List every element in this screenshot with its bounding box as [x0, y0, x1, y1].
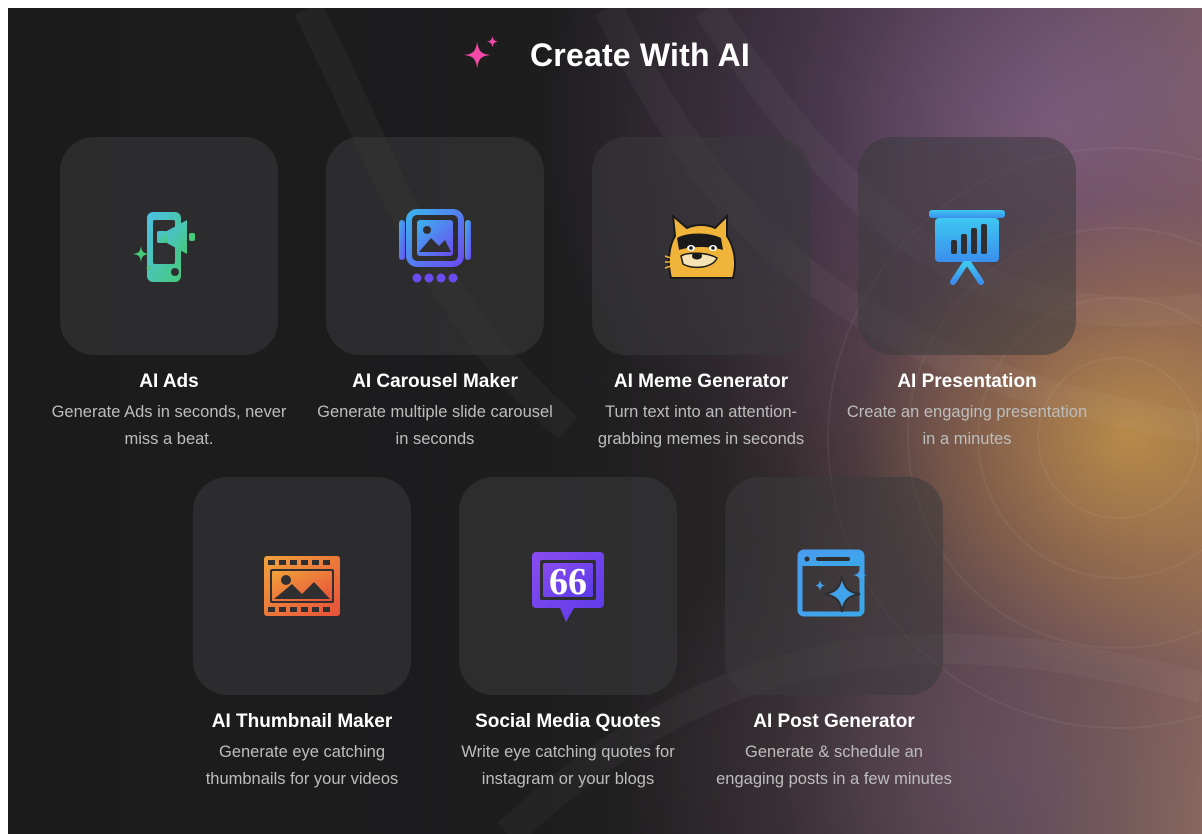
section-title: Create With AI — [529, 36, 751, 73]
post-sparkle-icon — [797, 549, 867, 617]
tool-tile[interactable]: 66 — [459, 477, 677, 695]
tool-name: AI Ads — [139, 371, 199, 392]
tool-description: Generate Ads in seconds, never miss a be… — [51, 403, 287, 448]
tool-tile[interactable] — [60, 137, 278, 355]
tool-name: AI Meme Generator — [613, 371, 789, 392]
carousel-icon — [399, 209, 471, 283]
tool-card-ai-post-generator[interactable]: AI Post Generator Generate & schedule an… — [716, 477, 952, 793]
tool-description: Write eye catching quotes for instagram … — [461, 743, 675, 788]
tool-name: AI Post Generator — [753, 711, 915, 732]
tool-name: AI Thumbnail Maker — [211, 711, 393, 732]
tool-description: Generate eye catching thumbnails for you… — [205, 743, 399, 788]
tool-tile[interactable] — [592, 137, 810, 355]
tool-tile[interactable] — [725, 477, 943, 695]
section-header: Create With AI — [8, 30, 1202, 80]
tool-description: Create an engaging presentation in a min… — [846, 403, 1088, 448]
tool-name: Social Media Quotes — [475, 711, 661, 732]
quote-bubble-icon: 66 — [532, 552, 604, 622]
tool-tile[interactable] — [193, 477, 411, 695]
tool-card-ai-thumbnail-maker[interactable]: AI Thumbnail Maker Generate eye catching… — [193, 477, 411, 793]
tool-tile[interactable] — [858, 137, 1076, 355]
ad-megaphone-icon — [133, 212, 195, 282]
tool-card-ai-meme-generator[interactable]: AI Meme Generator Turn text into an atte… — [592, 137, 810, 453]
tool-card-ai-ads[interactable]: AI Ads Generate Ads in seconds, never mi… — [52, 137, 286, 453]
thumbnail-film-icon — [264, 556, 340, 616]
sparkle-icon — [463, 35, 499, 69]
tool-card-social-media-quotes[interactable]: 66 Social Media Quotes Write eye catchin… — [459, 477, 677, 793]
tool-card-ai-carousel-maker[interactable]: AI Carousel Maker Generate multiple slid… — [317, 137, 553, 453]
tool-name: AI Carousel Maker — [352, 371, 518, 392]
tool-card-ai-presentation[interactable]: AI Presentation Create an engaging prese… — [847, 137, 1087, 453]
tool-tile[interactable] — [326, 137, 544, 355]
tool-description: Turn text into an attention-grabbing mem… — [597, 403, 805, 448]
presentation-board-icon — [929, 210, 1005, 285]
tool-description: Generate multiple slide carousel in seco… — [317, 403, 553, 448]
doge-meme-icon — [664, 213, 736, 279]
svg-text:66: 66 — [549, 561, 587, 603]
create-with-ai-section: Create With AI AI Ads Generate Ads in se… — [8, 8, 1202, 834]
tool-name: AI Presentation — [897, 371, 1037, 392]
tool-description: Generate & schedule an engaging posts in… — [716, 743, 952, 788]
